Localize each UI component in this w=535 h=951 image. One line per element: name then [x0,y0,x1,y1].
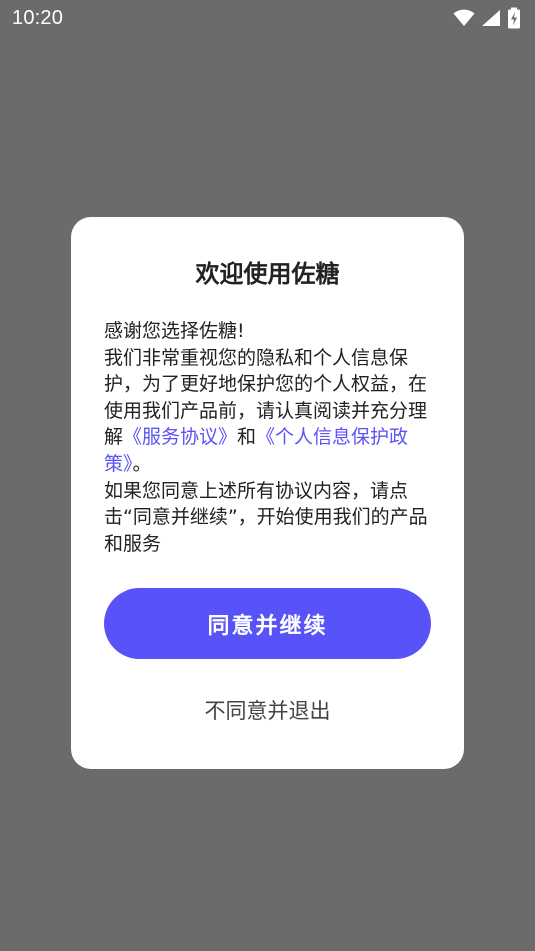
cellular-signal-icon [481,9,501,27]
dialog-body: 感谢您选择佐糖! 我们非常重视您的隐私和个人信息保护，为了更好地保护您的个人权益… [104,318,434,557]
conjunction-text: 和 [237,426,257,449]
privacy-dialog: 欢迎使用佐糖 感谢您选择佐糖! 我们非常重视您的隐私和个人信息保护，为了更好地保… [71,217,464,769]
period-text: 。 [132,452,152,475]
service-agreement-link[interactable]: 《服务协议》 [123,426,237,448]
wifi-icon [453,9,475,27]
agree-continue-button[interactable]: 同意并继续 [104,588,431,659]
consent-paragraph: 如果您同意上述所有协议内容，请点击“同意并继续”，开始使用我们的产品和服务 [104,479,428,555]
status-bar: 10:20 [0,0,535,36]
thanks-text: 感谢您选择佐糖! [104,320,245,342]
decline-exit-button[interactable]: 不同意并退出 [104,690,431,730]
battery-charging-icon [507,7,521,29]
dialog-title: 欢迎使用佐糖 [195,260,340,288]
status-time: 10:20 [12,6,64,29]
screen: 10:20 欢迎使用佐糖 感谢您选择佐糖! 我们非常重视您的隐私和个人信息保护，… [0,0,535,951]
status-icons [453,7,521,29]
privacy-paragraph: 我们非常重视您的隐私和个人信息保护，为了更好地保护您的个人权益，在使用我们产品前… [104,345,434,478]
